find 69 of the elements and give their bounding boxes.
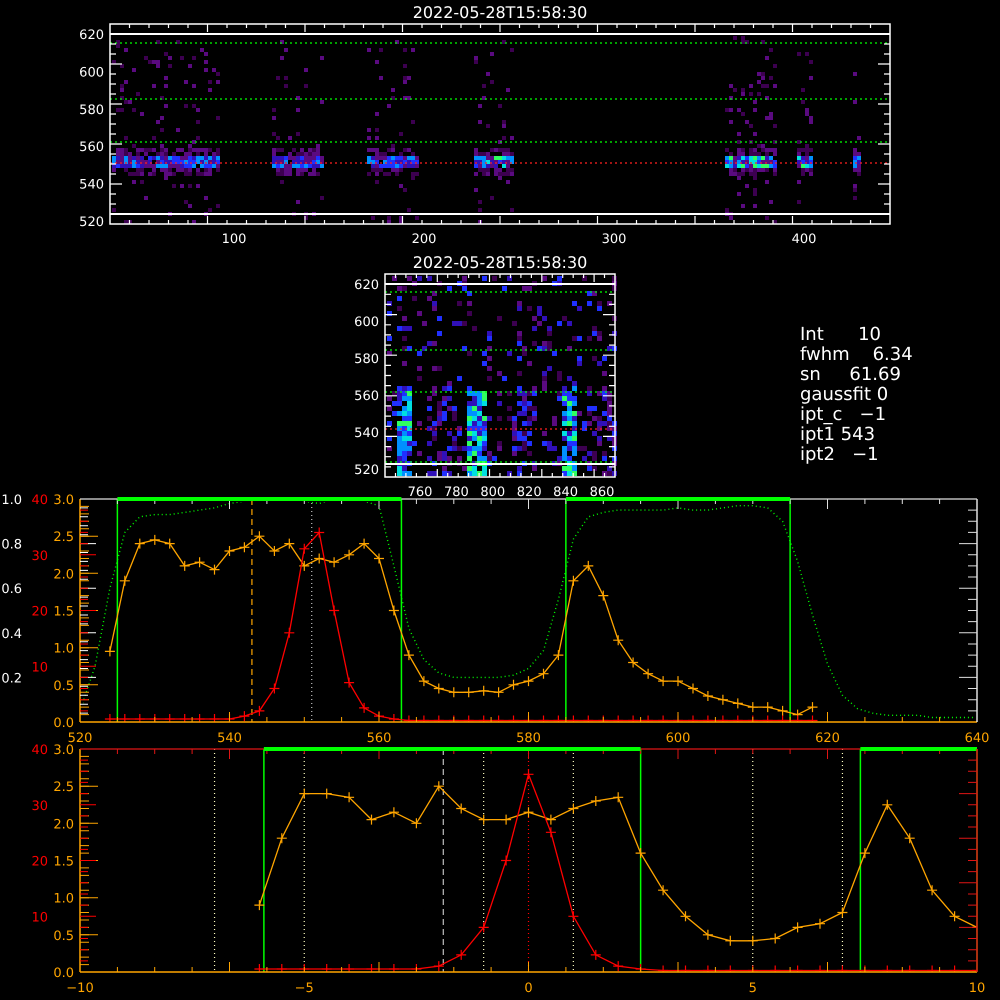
axis-label: 540 <box>354 426 379 441</box>
axis-label: 3.0 <box>53 743 74 758</box>
axis-label: 40 <box>31 743 48 758</box>
axis-label: 600 <box>666 731 690 746</box>
axis-label: 20 <box>31 604 48 620</box>
axis-label: 10 <box>31 910 48 926</box>
axis-label: 10 <box>968 981 986 996</box>
fit-parameter: ipt1 543 <box>800 424 876 445</box>
axis-label: −10 <box>66 981 94 996</box>
fit-parameter: Int 10 <box>800 324 882 345</box>
axis-label: 560 <box>354 389 379 404</box>
axis-label: 540 <box>79 178 104 193</box>
plot-title: 2022-05-28T15:58:30 <box>412 253 588 272</box>
axis-label: 520 <box>354 463 379 478</box>
axis-label: 20 <box>31 854 48 870</box>
axis-label: 40 <box>31 493 48 508</box>
axis-label: 5 <box>748 981 757 996</box>
axis-label: 300 <box>602 232 626 247</box>
axis-label: 600 <box>354 315 379 330</box>
axis-label: 560 <box>79 140 104 156</box>
axis-label: 2.0 <box>53 567 74 582</box>
axis-label: 1.5 <box>53 604 74 620</box>
axis-label: 600 <box>79 65 104 80</box>
axis-label: 560 <box>366 731 392 746</box>
axis-label: 400 <box>792 232 816 247</box>
axis-label: 3.0 <box>53 493 74 508</box>
axis-label: 2.5 <box>53 780 74 796</box>
axis-label: 620 <box>354 278 379 293</box>
axis-label: 1.0 <box>53 892 74 907</box>
axis-label: 580 <box>354 352 379 367</box>
axis-label: 0.0 <box>53 966 74 981</box>
axis-label: 0.5 <box>53 928 74 944</box>
axis-label: 640 <box>964 731 990 746</box>
axis-label: 200 <box>412 232 436 247</box>
axis-label: 540 <box>217 731 242 746</box>
fit-parameter: ipt2 −1 <box>800 444 879 465</box>
axis-label: 520 <box>79 215 104 230</box>
axis-label: −5 <box>294 981 314 996</box>
axis-label: 10 <box>31 660 48 676</box>
axis-label: 1.0 <box>1 493 22 508</box>
axis-label: 760 <box>408 485 432 500</box>
axis-label: 1.5 <box>53 854 74 870</box>
axis-label: 30 <box>31 798 48 814</box>
axis-label: 30 <box>31 548 48 564</box>
axis-label: 0.6 <box>1 582 22 598</box>
axis-label: 840 <box>553 485 578 500</box>
axis-label: 0.2 <box>1 671 22 686</box>
axis-label: 580 <box>79 102 104 118</box>
plot-title: 2022-05-28T15:58:30 <box>412 3 588 22</box>
axis-label: 100 <box>222 232 246 247</box>
axis-label: 0.4 <box>1 626 22 642</box>
axis-label: 2.0 <box>53 817 74 832</box>
axis-label: 0.0 <box>53 716 74 731</box>
axis-label: 620 <box>79 28 104 43</box>
axis-label: 860 <box>590 485 614 500</box>
fit-parameter: sn 61.69 <box>800 364 901 385</box>
axis-label: 820 <box>516 485 542 500</box>
fit-parameter: ipt_c −1 <box>800 404 886 425</box>
axis-label: 800 <box>480 485 506 500</box>
axis-label: 1.0 <box>53 642 74 657</box>
axis-label: 0.5 <box>53 678 74 694</box>
fit-parameter: fwhm 6.34 <box>800 344 913 365</box>
axis-label: 780 <box>444 485 469 500</box>
axis-label: 620 <box>815 731 840 746</box>
axis-label: 0.8 <box>1 538 22 553</box>
axis-label: 0 <box>524 981 533 996</box>
fit-parameter: gaussfit 0 <box>800 384 888 405</box>
axis-label: 2.5 <box>53 530 74 546</box>
axis-label: 580 <box>516 731 541 746</box>
